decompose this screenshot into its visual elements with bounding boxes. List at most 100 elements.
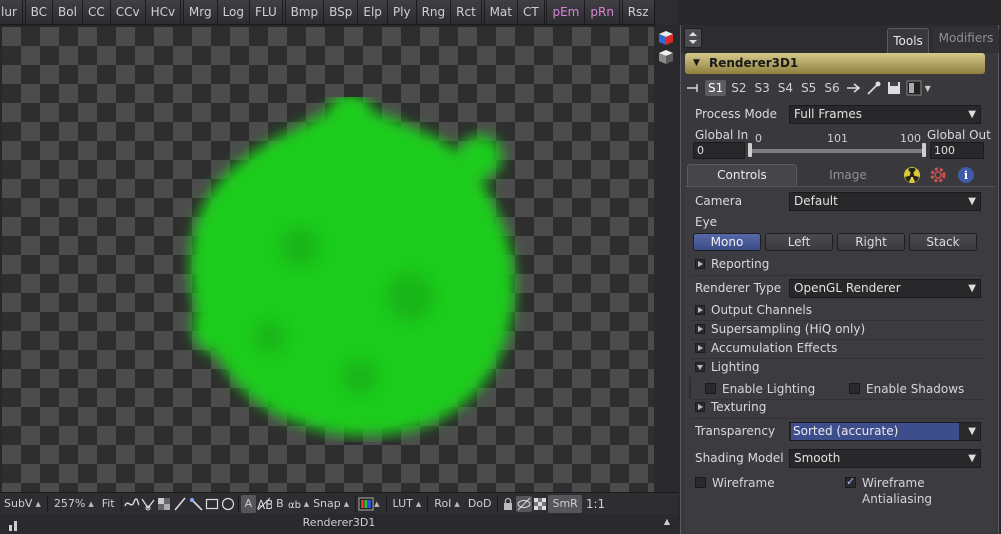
lock-icon[interactable] [500, 496, 516, 512]
global-out-label: Global Out [927, 128, 991, 142]
arrow-right-icon[interactable] [845, 79, 863, 97]
toolbar-button-rct[interactable]: Rct [451, 0, 482, 24]
toolbar-button-prn[interactable]: pRn [585, 0, 620, 24]
camera-dropdown[interactable]: Default ▼ [789, 192, 981, 211]
checkbox-checked-box [845, 474, 856, 490]
stereo-view-icon[interactable] [516, 495, 533, 512]
accumulation-effects-section[interactable]: Accumulation Effects [695, 340, 837, 357]
text-ab-icon[interactable]: AB [256, 496, 272, 512]
color-swatch-icon[interactable] [905, 79, 923, 97]
range-start-handle[interactable] [748, 143, 752, 157]
toolbar-button-mrg[interactable]: Mrg [184, 0, 218, 24]
toolbar-button-elp[interactable]: Elp [358, 0, 388, 24]
process-mode-dropdown[interactable]: Full Frames ▼ [789, 105, 981, 124]
text-b-button[interactable]: B [272, 493, 288, 515]
roi-button[interactable]: RoI ▲ [430, 493, 464, 515]
lighting-section[interactable]: Lighting [695, 359, 760, 376]
toolbar-button-cc[interactable]: CC [83, 0, 111, 24]
range-end-handle[interactable] [922, 143, 926, 157]
expand-triangle-icon [695, 324, 705, 334]
transparency-dropdown[interactable]: Sorted (accurate) ▼ [789, 422, 981, 441]
3d-cube-color-icon[interactable] [658, 30, 674, 46]
global-range-slider[interactable] [749, 149, 925, 153]
toolbar-button[interactable]: lur [0, 0, 23, 24]
gradient-tool-icon[interactable] [156, 496, 172, 512]
toolbar-button-rsz[interactable]: Rsz [623, 0, 655, 24]
slot-s5[interactable]: S5 [798, 80, 819, 96]
supersampling-section[interactable]: Supersampling (HiQ only) [695, 321, 865, 338]
toolbar-button-bc[interactable]: BC [26, 0, 54, 24]
fit-button[interactable]: Fit [98, 493, 119, 515]
tab-modifiers[interactable]: Modifiers [933, 28, 999, 52]
renderer-type-dropdown[interactable]: OpenGL Renderer ▼ [789, 279, 981, 298]
tab-tools[interactable]: Tools [887, 28, 929, 53]
dropdown-arrow-icon[interactable]: ▲ [374, 500, 383, 508]
toolbar-button-bsp[interactable]: BSp [324, 0, 359, 24]
rectangle-tool-icon[interactable] [204, 496, 220, 512]
toolbar-button-bmp[interactable]: Bmp [286, 0, 325, 24]
zoom-button[interactable]: 257% ▲ [50, 493, 98, 515]
toolbar-button-ccv[interactable]: CCv [111, 0, 146, 24]
image-viewer[interactable] [2, 27, 654, 492]
slot-s3[interactable]: S3 [752, 80, 773, 96]
curve-tool-icon[interactable] [123, 496, 140, 512]
toolbar-button-mat[interactable]: Mat [485, 0, 518, 24]
subview-button[interactable]: SubV ▲ [0, 493, 45, 515]
dod-button[interactable]: DoD [464, 493, 496, 515]
output-channels-section[interactable]: Output Channels [695, 302, 812, 319]
pin-icon[interactable] [685, 79, 703, 97]
ellipse-tool-icon[interactable] [220, 496, 236, 512]
paint-brush-icon[interactable] [172, 496, 188, 512]
dropdown-arrow-icon[interactable]: ▼ [925, 84, 931, 93]
tool-header[interactable]: ▼ Renderer3D1 [685, 53, 985, 74]
lut-button[interactable]: LUT ▲ [389, 493, 426, 515]
global-out-field[interactable]: 100 [930, 142, 984, 159]
3d-cube-gray-icon[interactable] [658, 49, 674, 65]
toolbar-button-log[interactable]: Log [218, 0, 251, 24]
chevron-down-icon: ▼ [968, 453, 976, 464]
toolbar-button-rng[interactable]: Rng [417, 0, 452, 24]
divider [355, 495, 357, 512]
toolbar-button-bol[interactable]: Bol [53, 0, 83, 24]
text-ab-toggle-icon[interactable]: αb [288, 496, 304, 512]
save-icon[interactable] [885, 79, 903, 97]
up-down-arrows-icon[interactable] [684, 28, 702, 48]
smr-button[interactable]: SmR [548, 494, 582, 513]
wireframe-checkbox[interactable]: Wireframe [695, 475, 775, 491]
slot-s6[interactable]: S6 [821, 80, 842, 96]
checker-toggle-icon[interactable] [532, 496, 548, 512]
slot-s4[interactable]: S4 [775, 80, 796, 96]
tab-image[interactable]: Image [803, 166, 893, 186]
eye-right-button[interactable]: Right [837, 233, 905, 251]
enable-shadows-checkbox[interactable]: Enable Shadows [849, 381, 964, 397]
polyline-tool-icon[interactable] [140, 496, 156, 512]
wireframe-antialiasing-checkbox[interactable]: Wireframe Antialiasing [845, 474, 998, 506]
text-a-button[interactable]: A [240, 494, 257, 513]
color-channels-icon[interactable] [358, 496, 374, 512]
eye-left-button[interactable]: Left [765, 233, 833, 251]
ratio-button[interactable]: 1:1 [582, 493, 609, 515]
expand-up-icon[interactable]: ▲ [664, 517, 670, 526]
toolbar-button-ct[interactable]: CT [518, 0, 545, 24]
enable-lighting-checkbox[interactable]: Enable Lighting [705, 381, 815, 397]
gear-icon[interactable] [929, 166, 947, 184]
tab-controls[interactable]: Controls [687, 164, 797, 186]
global-in-field[interactable]: 0 [693, 142, 745, 159]
eye-stack-button[interactable]: Stack [909, 233, 977, 251]
slot-s2[interactable]: S2 [728, 80, 749, 96]
toolbar-button-flu[interactable]: FLU [250, 0, 283, 24]
reporting-section[interactable]: Reporting [695, 256, 769, 273]
radiation-icon[interactable] [903, 166, 921, 184]
viewer-name-bar: Renderer3D1 ▲ [0, 514, 678, 534]
slot-s1[interactable]: S1 [705, 80, 727, 96]
toolbar-button-pem[interactable]: pEm [547, 0, 586, 24]
magic-wand-icon[interactable] [188, 496, 204, 512]
info-icon[interactable]: i [957, 166, 975, 184]
toolbar-button-ply[interactable]: Ply [388, 0, 417, 24]
shading-model-dropdown[interactable]: Smooth ▼ [789, 449, 981, 468]
toolbar-button-hcv[interactable]: HCv [146, 0, 182, 24]
eyedropper-icon[interactable] [865, 79, 883, 97]
texturing-section[interactable]: Texturing [695, 399, 766, 416]
eye-mono-button[interactable]: Mono [693, 233, 761, 251]
snap-button[interactable]: Snap ▲ [309, 493, 353, 515]
